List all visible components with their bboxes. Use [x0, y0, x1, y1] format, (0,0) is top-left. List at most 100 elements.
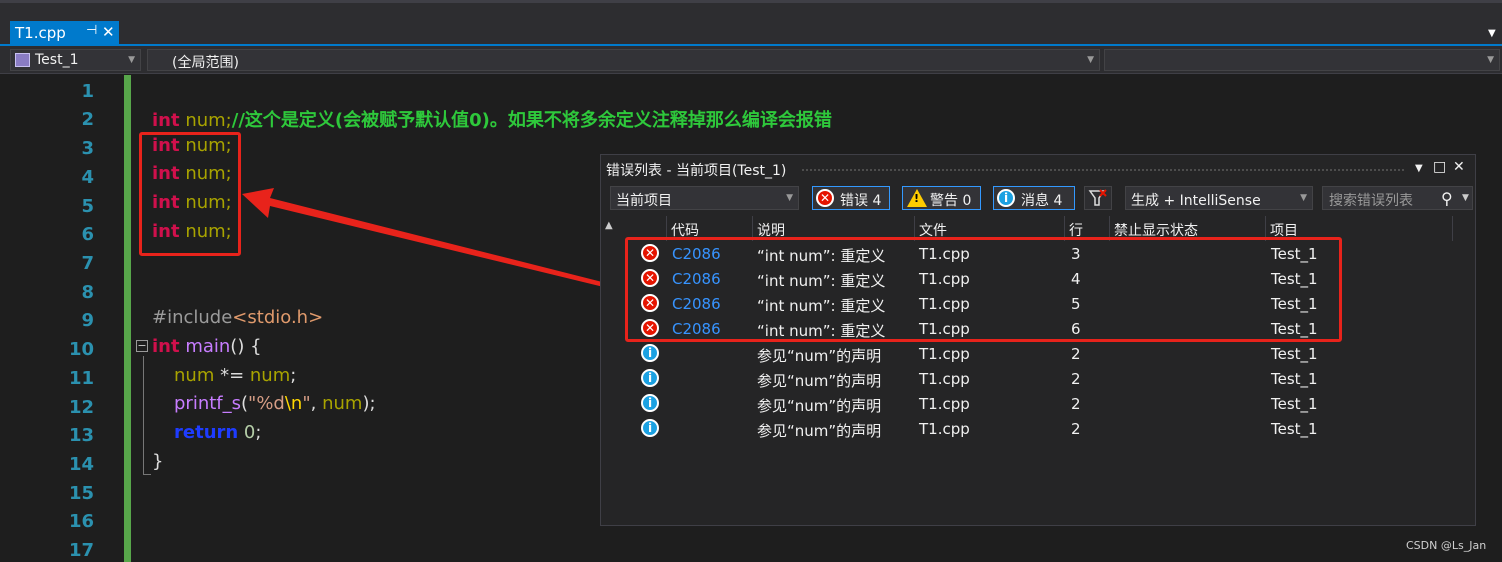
close-icon[interactable]: ✕ [102, 23, 115, 41]
tab-label: T1.cpp [15, 24, 66, 42]
tab-t1-cpp[interactable]: T1.cpp ⊣ ✕ [10, 21, 119, 46]
punctuation: ; [290, 365, 297, 386]
punctuation: ; [255, 422, 262, 443]
line-number: 16 [68, 511, 94, 532]
chevron-down-icon: ▼ [128, 55, 135, 65]
search-input[interactable]: 搜索错误列表 [1329, 190, 1413, 210]
error-list-titlebar[interactable]: 错误列表 - 当前项目(Test_1) ▼ □ ✕ [601, 155, 1475, 183]
chevron-down-icon: ▼ [1300, 193, 1307, 203]
tab-overflow-dropdown-icon[interactable]: ▼ [1488, 28, 1496, 39]
warning-icon: ! [907, 189, 927, 207]
identifier: num [179, 110, 226, 131]
string-literal: " [302, 393, 311, 414]
change-tracking-bar [124, 75, 131, 562]
annotation-box-errors [625, 237, 1342, 342]
build-source-dropdown[interactable]: 生成 + IntelliSense ▼ [1125, 186, 1313, 210]
line-number: 14 [68, 454, 94, 475]
line-number: 11 [68, 368, 94, 389]
line-number: 10 [68, 339, 94, 360]
project-cell: Test_1 [1271, 420, 1318, 438]
code-line-13: return 0; [174, 422, 261, 443]
messages-filter-label: 消息 4 [1021, 193, 1063, 209]
identifier: num [322, 393, 363, 414]
pin-icon[interactable]: ⊣ [86, 23, 97, 38]
preprocessor-directive: #include [152, 307, 233, 328]
filter-toggle-button[interactable] [1084, 186, 1112, 210]
tabstrip-top-border [0, 0, 1502, 3]
line-number: 5 [81, 196, 94, 217]
sort-ascending-icon: ▲ [605, 220, 613, 231]
line-number: 8 [81, 282, 94, 303]
chevron-down-icon: ▼ [786, 193, 793, 203]
table-row[interactable]: i 参见“num”的声明 T1.cpp 2 Test_1 [601, 417, 1475, 442]
project-icon [15, 53, 30, 67]
error-list-title: 错误列表 - 当前项目(Test_1) [606, 163, 787, 179]
close-icon[interactable]: ✕ [1453, 159, 1465, 175]
info-icon: i [641, 369, 659, 387]
table-row[interactable]: i 参见“num”的声明 T1.cpp 2 Test_1 [601, 367, 1475, 392]
description-cell: 参见“num”的声明 [757, 422, 882, 440]
project-cell: Test_1 [1271, 370, 1318, 388]
info-icon: i [641, 344, 659, 362]
info-icon: i [641, 394, 659, 412]
vertical-scrollbar[interactable] [1488, 75, 1502, 562]
keyword-return: return [174, 422, 239, 443]
scope-dropdown[interactable]: (全局范围) ▼ [147, 49, 1100, 71]
build-source-label: 生成 + IntelliSense [1131, 193, 1261, 209]
collapse-toggle-icon[interactable]: − [136, 340, 148, 352]
comment: //这个是定义(会被赋予默认值0)。如果不将多余定义注释掉那么编译会报错 [231, 110, 832, 131]
line-cell: 2 [1071, 395, 1081, 413]
search-icon[interactable]: ⚲ [1441, 189, 1453, 208]
code-line-9: #include<stdio.h> [152, 307, 323, 328]
code-line-12: printf_s("%d\n", num); [174, 393, 376, 414]
line-number: 3 [81, 138, 94, 159]
table-row[interactable]: i 参见“num”的声明 T1.cpp 2 Test_1 [601, 392, 1475, 417]
operator: *= [214, 365, 250, 386]
line-number: 7 [81, 253, 94, 274]
maximize-icon[interactable]: □ [1433, 159, 1446, 175]
description-cell: 参见“num”的声明 [757, 347, 882, 365]
scope-filter-dropdown[interactable]: 当前项目 ▼ [610, 186, 799, 210]
identifier: num [249, 365, 291, 386]
line-number: 17 [68, 540, 94, 561]
navigation-bar: Test_1 ▼ (全局范围) ▼ ▼ [0, 46, 1502, 74]
line-cell: 2 [1071, 420, 1081, 438]
line-number: 12 [68, 397, 94, 418]
messages-filter-button[interactable]: i 消息 4 [993, 186, 1075, 210]
punctuation: } [152, 451, 164, 472]
keyword-int: int [152, 110, 180, 131]
titlebar-grip [801, 168, 1406, 173]
line-number: 13 [68, 425, 94, 446]
scope-guide-end [143, 474, 151, 475]
line-number: 15 [68, 483, 94, 504]
project-dropdown[interactable]: Test_1 ▼ [10, 49, 141, 71]
code-line-10: int main() { [152, 336, 262, 357]
warnings-filter-button[interactable]: ! 警告 0 [902, 186, 981, 210]
file-cell: T1.cpp [919, 395, 970, 413]
scope-guide-line [143, 356, 144, 474]
file-cell: T1.cpp [919, 370, 970, 388]
info-icon: i [997, 189, 1015, 207]
window-position-dropdown-icon[interactable]: ▼ [1415, 163, 1423, 174]
chevron-down-icon[interactable]: ▼ [1462, 193, 1469, 203]
warnings-filter-label: 警告 0 [930, 193, 972, 209]
search-error-list[interactable]: 搜索错误列表 ⚲ ▼ [1322, 186, 1473, 210]
include-header: <stdio.h> [232, 307, 324, 328]
document-tab-strip: T1.cpp ⊣ ✕ ▼ [0, 0, 1502, 46]
member-dropdown[interactable]: ▼ [1104, 49, 1500, 71]
function-name: printf_s [174, 393, 242, 414]
keyword-int: int [152, 336, 180, 357]
punctuation: ); [362, 393, 376, 414]
annotation-arrow-shape [242, 188, 618, 290]
line-number: 6 [81, 224, 94, 245]
identifier: num [174, 365, 215, 386]
errors-filter-label: 错误 4 [840, 193, 882, 209]
table-row[interactable]: i 参见“num”的声明 T1.cpp 2 Test_1 [601, 342, 1475, 367]
errors-filter-button[interactable]: ✕ 错误 4 [812, 186, 890, 210]
description-cell: 参见“num”的声明 [757, 372, 882, 390]
error-list-toolbar: 当前项目 ▼ ✕ 错误 4 ! 警告 0 i 消息 4 生成 + Intelli… [601, 183, 1475, 213]
line-number: 4 [81, 167, 94, 188]
function-name: main [179, 336, 231, 357]
scope-dropdown-label: (全局范围) [172, 55, 239, 71]
filter-icon [1088, 189, 1107, 206]
